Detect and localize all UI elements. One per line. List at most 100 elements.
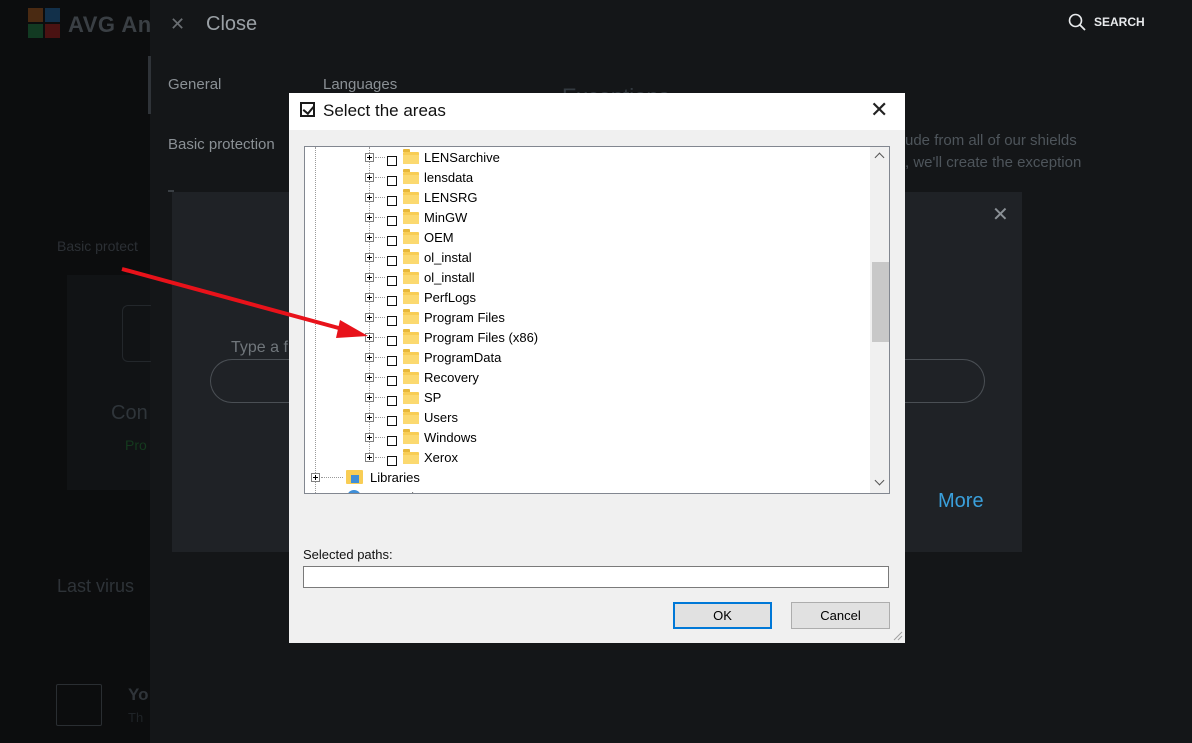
tree-connector <box>375 357 385 358</box>
tree-item[interactable]: Xerox <box>305 447 870 467</box>
item-checkbox[interactable] <box>387 376 397 386</box>
tree-item[interactable]: ProgramData <box>305 347 870 367</box>
expand-icon[interactable] <box>365 433 374 442</box>
tree-item-label: LENSRG <box>424 190 478 205</box>
expand-icon[interactable] <box>311 473 320 482</box>
tree-item[interactable]: Program Files <box>305 307 870 327</box>
folder-icon <box>403 309 419 324</box>
close-icon[interactable]: ✕ <box>170 14 185 35</box>
tree-item[interactable]: Windows <box>305 427 870 447</box>
expand-icon[interactable] <box>365 253 374 262</box>
scroll-thumb[interactable] <box>872 262 889 342</box>
close-icon[interactable]: ✕ <box>992 202 1009 227</box>
expand-icon[interactable] <box>365 193 374 202</box>
protection-status-subtitle: Pro <box>125 437 147 453</box>
item-checkbox[interactable] <box>387 276 397 286</box>
nav-active-indicator <box>148 56 151 114</box>
expand-icon[interactable] <box>365 333 374 342</box>
dialog-close-button[interactable]: ✕ <box>870 98 888 122</box>
tree-item[interactable]: Program Files (x86) <box>305 327 870 347</box>
tree-item-network[interactable]: Network <box>305 487 870 494</box>
tree-connector <box>375 377 385 378</box>
lock-icon <box>56 684 102 726</box>
expand-icon[interactable] <box>365 213 374 222</box>
tree-item-label: OEM <box>424 230 454 245</box>
expand-icon[interactable] <box>365 353 374 362</box>
item-checkbox[interactable] <box>387 316 397 326</box>
exceptions-desc-line2: , we'll create the exception <box>905 154 1082 171</box>
expand-icon[interactable] <box>365 373 374 382</box>
protection-status-title: Con <box>111 402 148 424</box>
scroll-up-icon[interactable] <box>874 151 884 161</box>
tree-item[interactable]: ol_instal <box>305 247 870 267</box>
selected-paths-input[interactable] <box>303 566 889 588</box>
item-checkbox[interactable] <box>387 336 397 346</box>
tree-item[interactable]: SP <box>305 387 870 407</box>
item-checkbox[interactable] <box>387 156 397 166</box>
expand-icon[interactable] <box>365 393 374 402</box>
tab-general[interactable]: General <box>168 76 221 93</box>
tab-basic-protection[interactable]: Basic protection <box>168 136 275 153</box>
item-checkbox[interactable] <box>387 236 397 246</box>
tree-item[interactable]: Users <box>305 407 870 427</box>
tree-connector <box>375 237 385 238</box>
folder-icon <box>403 449 419 464</box>
tree-item[interactable]: MinGW <box>305 207 870 227</box>
resize-grip-icon[interactable] <box>891 629 903 641</box>
folder-icon <box>403 369 419 384</box>
tree-item-label: ol_install <box>424 270 475 285</box>
tree-item-label: lensdata <box>424 170 474 185</box>
expand-icon[interactable] <box>365 293 374 302</box>
path-input-right[interactable] <box>900 359 985 403</box>
expand-icon[interactable] <box>365 233 374 242</box>
ok-button[interactable]: OK <box>673 602 772 629</box>
item-checkbox[interactable] <box>387 216 397 226</box>
expand-icon[interactable] <box>365 413 374 422</box>
more-link[interactable]: More <box>938 490 984 513</box>
tree-connector <box>375 437 385 438</box>
tree-connector <box>375 277 385 278</box>
search-icon <box>1068 13 1086 31</box>
tree-connector <box>375 157 385 158</box>
item-checkbox[interactable] <box>387 196 397 206</box>
network-label: Network <box>370 490 418 493</box>
tree-item[interactable]: OEM <box>305 227 870 247</box>
search-button[interactable]: SEARCH <box>1068 13 1145 31</box>
tree-item[interactable]: LENSarchive <box>305 147 870 167</box>
item-checkbox[interactable] <box>387 296 397 306</box>
folder-tree[interactable]: LENSarchive lensdata LENSRG MinGW OEM ol_inst… <box>304 146 890 494</box>
cancel-button[interactable]: Cancel <box>791 602 890 629</box>
expand-icon[interactable] <box>365 153 374 162</box>
expand-icon[interactable] <box>365 313 374 322</box>
tree-item-label: Program Files <box>424 310 505 325</box>
path-input-left[interactable] <box>210 359 301 403</box>
expand-icon[interactable] <box>365 453 374 462</box>
tab-languages[interactable]: Languages <box>323 76 397 93</box>
folder-icon <box>403 389 419 404</box>
item-checkbox[interactable] <box>387 436 397 446</box>
tree-item-libraries[interactable]: Libraries <box>305 467 870 487</box>
item-checkbox[interactable] <box>387 416 397 426</box>
expand-icon[interactable] <box>365 273 374 282</box>
tree-item[interactable]: lensdata <box>305 167 870 187</box>
item-checkbox[interactable] <box>387 396 397 406</box>
tree-item-label: SP <box>424 390 442 405</box>
scroll-down-icon[interactable] <box>874 477 884 487</box>
network-icon <box>347 490 361 493</box>
tree-item[interactable]: LENSRG <box>305 187 870 207</box>
expand-icon[interactable] <box>365 173 374 182</box>
protection-card-button[interactable] <box>122 305 151 362</box>
tree-item[interactable]: PerfLogs <box>305 287 870 307</box>
type-path-label: Type a f <box>231 339 288 356</box>
item-checkbox[interactable] <box>387 356 397 366</box>
item-checkbox[interactable] <box>387 256 397 266</box>
expand-icon[interactable] <box>311 493 320 494</box>
dialog-titlebar: Select the areas ✕ <box>289 93 905 130</box>
folder-icon <box>403 269 419 284</box>
close-button[interactable]: Close <box>206 13 257 36</box>
tree-scrollbar[interactable] <box>870 147 889 493</box>
item-checkbox[interactable] <box>387 456 397 466</box>
item-checkbox[interactable] <box>387 176 397 186</box>
tree-item[interactable]: Recovery <box>305 367 870 387</box>
tree-item[interactable]: ol_install <box>305 267 870 287</box>
